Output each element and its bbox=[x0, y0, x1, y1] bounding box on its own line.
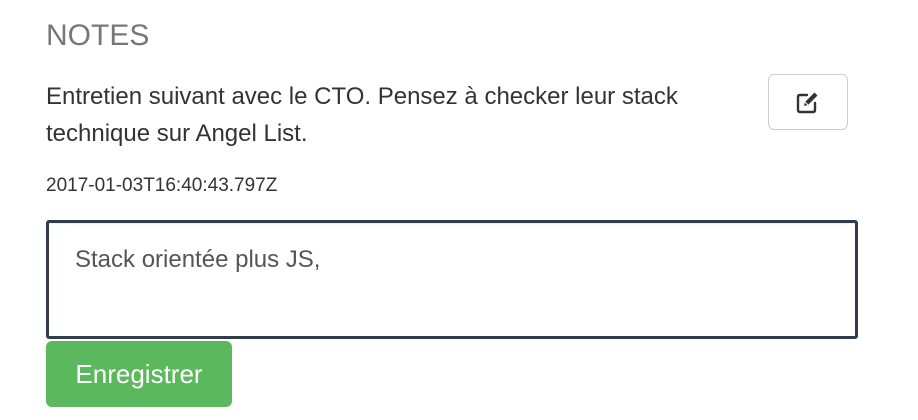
note-input[interactable] bbox=[46, 220, 858, 339]
notes-title: NOTES bbox=[46, 19, 150, 52]
note-text: Entretien suivant avec le CTO. Pensez à … bbox=[46, 83, 678, 147]
note-timestamp: 2017-01-03T16:40:43.797Z bbox=[46, 175, 278, 196]
edit-note-button[interactable] bbox=[768, 74, 848, 130]
save-button[interactable]: Enregistrer bbox=[46, 341, 232, 407]
pencil-square-icon bbox=[795, 89, 821, 115]
